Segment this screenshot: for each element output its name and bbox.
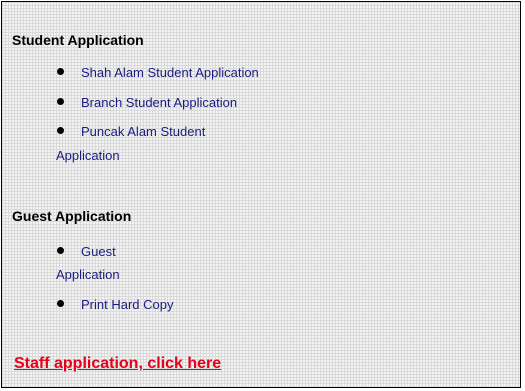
guest-application-link[interactable]: Guest <box>81 244 116 259</box>
guest-application-heading: Guest Application <box>12 208 132 224</box>
bullet-icon <box>57 127 64 134</box>
guest-application-link-line2[interactable]: Application <box>56 267 120 282</box>
bullet-icon <box>57 68 64 75</box>
bullet-icon <box>57 247 64 254</box>
bullet-icon <box>57 98 64 105</box>
puncak-alam-student-application-link-line2[interactable]: Application <box>56 148 120 163</box>
student-application-heading: Student Application <box>12 32 144 48</box>
shah-alam-student-application-link[interactable]: Shah Alam Student Application <box>81 65 259 80</box>
puncak-alam-student-application-link[interactable]: Puncak Alam Student <box>81 124 205 139</box>
print-hard-copy-link[interactable]: Print Hard Copy <box>81 297 173 312</box>
branch-student-application-link[interactable]: Branch Student Application <box>81 95 237 110</box>
bullet-icon <box>57 300 64 307</box>
staff-application-link[interactable]: Staff application, click here <box>14 355 221 373</box>
application-panel: Student Application Shah Alam Student Ap… <box>1 1 521 388</box>
